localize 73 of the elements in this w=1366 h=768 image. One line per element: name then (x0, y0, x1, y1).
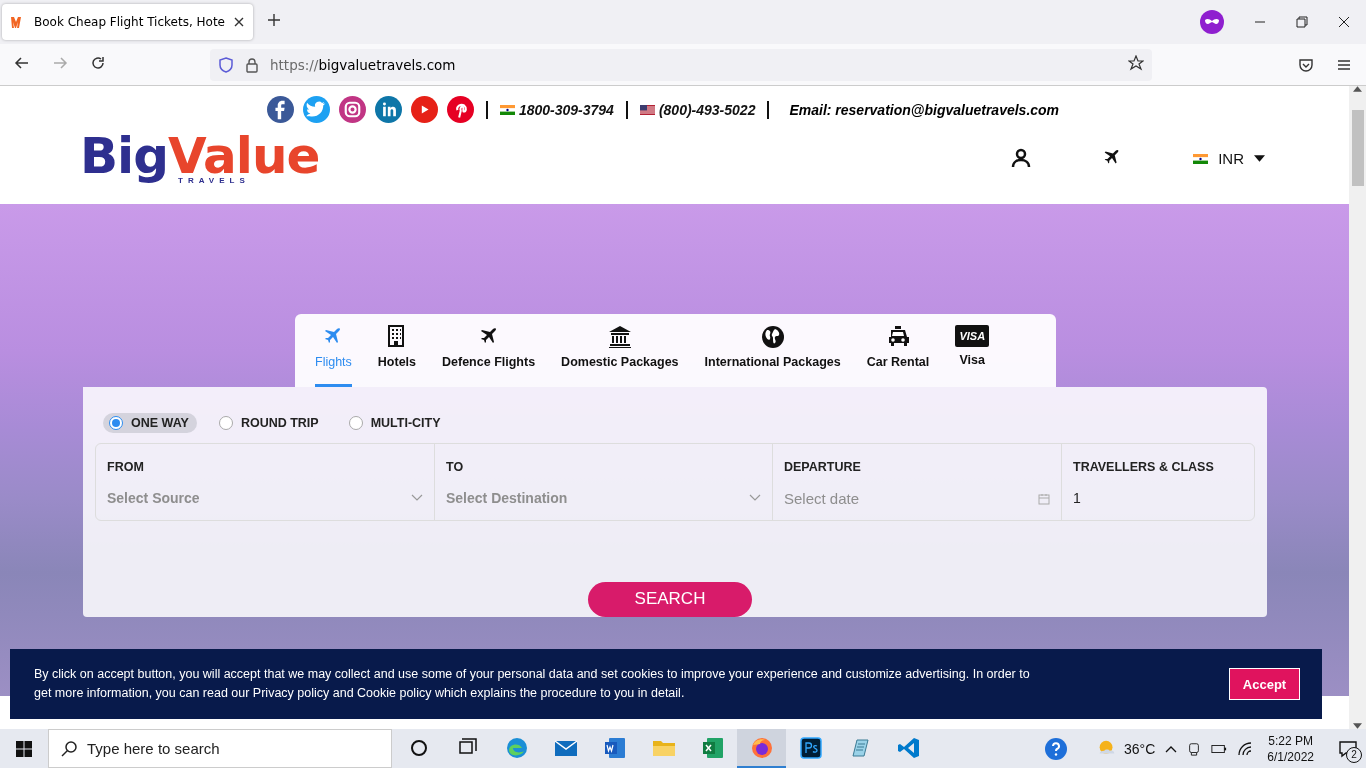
social-icon[interactable] (446, 96, 474, 123)
travellers-field[interactable]: 1 (1073, 490, 1243, 506)
service-tab[interactable]: Hotels (377, 314, 417, 387)
scrollbar-thumb[interactable] (1351, 110, 1364, 186)
code-editor-icon (896, 735, 921, 760)
service-tab[interactable]: Defence Flights (442, 314, 536, 387)
notification-icon[interactable] (1338, 738, 1358, 759)
cookie-text: By click on accept button, you will accept that we may collect and use some of your personal data and set cookies to improve your experience and customize advertising. In order to get more information, you can read our Privacy policy and Cookie policy which explains the procedure to you in detail. (34, 666, 1031, 702)
trip-type-radio[interactable]: ONE WAY (103, 413, 197, 433)
trip-type-radio[interactable]: MULTI-CITY (342, 413, 449, 433)
field-label: TRAVELLERS & CLASS (1073, 460, 1215, 474)
calendar-icon (1038, 492, 1050, 505)
search-button[interactable]: SEARCH (588, 581, 752, 617)
service-tab[interactable]: Car Rental (866, 314, 930, 387)
accept-button[interactable]: Accept (1229, 668, 1300, 700)
chevron-down-icon (749, 494, 761, 502)
close-icon[interactable] (1338, 16, 1350, 28)
shield-icon (218, 56, 234, 73)
restore-icon[interactable] (1296, 16, 1308, 28)
social-icon[interactable] (266, 96, 294, 123)
currency-selector[interactable]: INR (1193, 149, 1265, 167)
search-icon (61, 740, 77, 757)
india-flag-icon (1193, 153, 1209, 164)
browser-tab[interactable]: Book Cheap Flight Tickets, Hote (2, 4, 253, 40)
social-icon[interactable] (338, 96, 366, 123)
field-label: FROM (107, 460, 145, 474)
service-tab[interactable]: Domestic Packages (561, 314, 679, 387)
bookmark-star-icon[interactable] (1128, 55, 1144, 71)
new-tab-icon[interactable] (267, 13, 281, 27)
private-mask-icon (1200, 10, 1224, 34)
battery-icon[interactable] (1211, 742, 1228, 755)
field-label: TO (446, 460, 465, 474)
social-icon[interactable] (410, 96, 438, 123)
visa-card-icon: VISA (955, 325, 990, 347)
phone-number[interactable]: (800)-493-5022 (658, 101, 756, 118)
url-text: https://bigvaluetravels.com (270, 56, 456, 73)
us-flag-icon (639, 104, 655, 115)
social-icon[interactable] (302, 96, 330, 123)
close-icon[interactable] (233, 16, 245, 28)
reload-icon[interactable] (90, 54, 106, 71)
address-bar[interactable]: https://bigvaluetravels.com (210, 48, 1152, 81)
firefox-icon (749, 735, 774, 760)
word-icon (602, 735, 627, 760)
caret-icon (1254, 154, 1265, 162)
edge-browser-icon (504, 735, 529, 760)
lock-icon (244, 56, 260, 73)
social-icon[interactable] (374, 96, 402, 123)
chevron-down-icon (411, 494, 423, 502)
taskbar-search-field[interactable]: Type here to search (48, 729, 392, 768)
tab-title: Book Cheap Flight Tickets, Hote (34, 15, 225, 29)
trip-type-radio[interactable]: ROUND TRIP (212, 413, 327, 433)
temperature-text[interactable]: 36°C (1124, 740, 1156, 757)
back-icon[interactable] (14, 54, 30, 71)
help-icon[interactable] (1044, 736, 1068, 761)
pocket-icon[interactable] (1298, 56, 1314, 73)
phone-number[interactable]: 1800-309-3794 (518, 101, 614, 118)
service-tab[interactable]: International Packages (704, 314, 841, 387)
email-text: Email: reservation@bigvaluetravels.com (789, 101, 1060, 118)
chevron-up-icon[interactable] (1165, 744, 1178, 753)
field-label: DEPARTURE (784, 460, 862, 474)
globe-icon (760, 325, 785, 349)
india-flag-icon (499, 104, 515, 115)
user-icon[interactable] (1011, 148, 1032, 168)
taskbar-clock[interactable]: 5:22 PM 6/1/2022 (1267, 732, 1314, 765)
excel-icon (700, 735, 725, 760)
photoshop-icon (798, 735, 823, 760)
device-icon[interactable] (1187, 741, 1202, 756)
service-tab[interactable]: VISA Visa (955, 314, 990, 387)
wifi-icon[interactable] (1237, 740, 1254, 757)
taxi-icon (886, 325, 910, 349)
notification-count: 2 (1346, 746, 1362, 763)
windows-start-icon[interactable] (16, 740, 32, 757)
bank-icon (607, 325, 632, 349)
